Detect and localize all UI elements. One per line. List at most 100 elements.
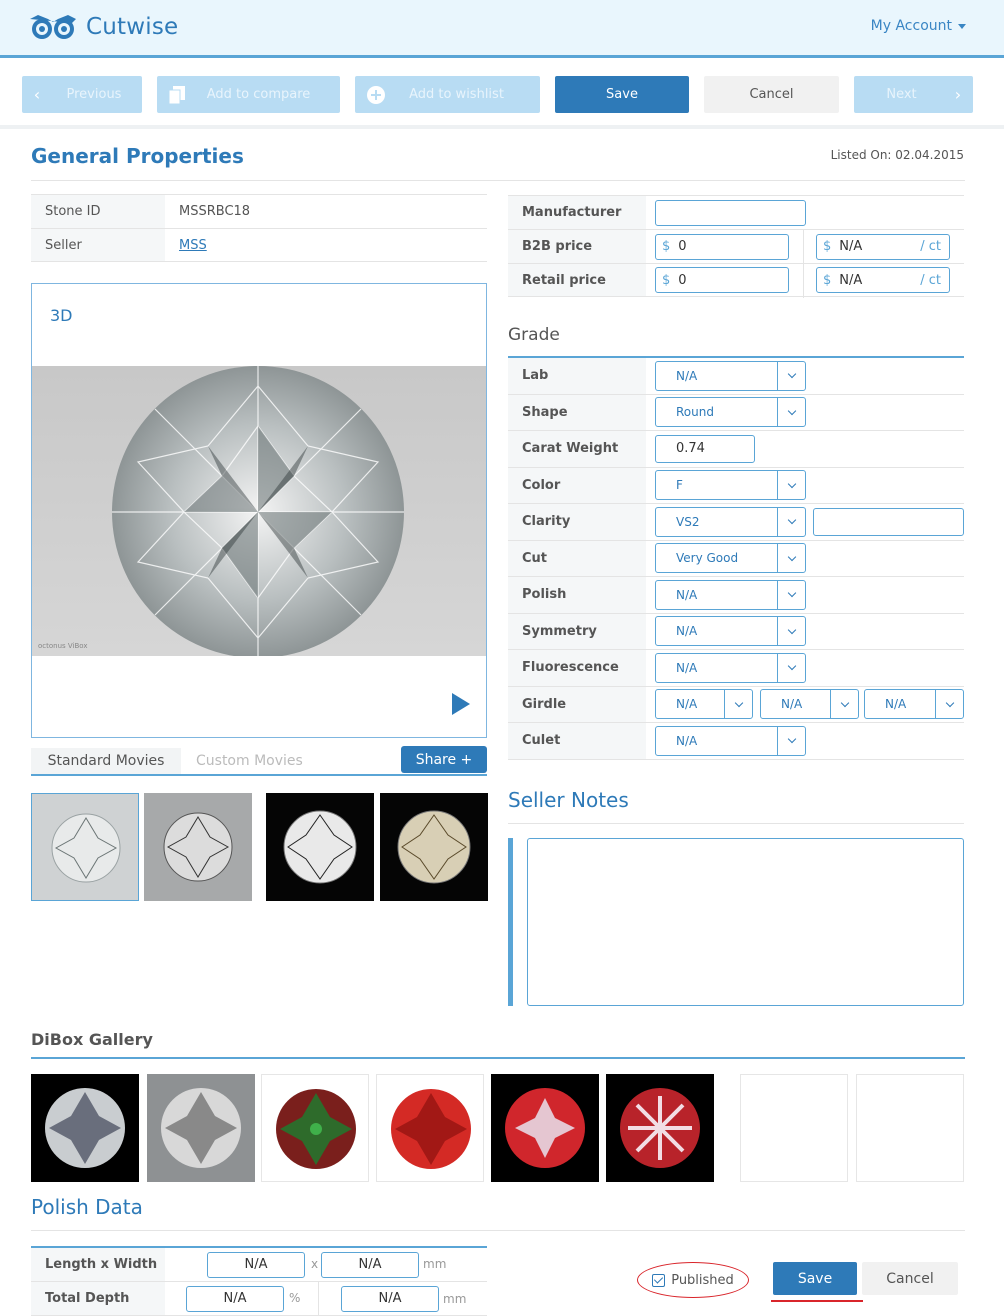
diamond-icon [620, 1088, 700, 1168]
next-button[interactable]: Next › [854, 76, 973, 113]
grade-row-shape: Shape Round [508, 394, 964, 431]
color-select[interactable]: F [655, 470, 806, 501]
grade-row-cut: Cut Very Good [508, 540, 964, 577]
seller-notes-textarea[interactable] [527, 838, 964, 1006]
retail-price-input[interactable]: $0 [655, 267, 789, 293]
cut-label: Cut [508, 540, 646, 576]
polish-select[interactable]: N/A [655, 579, 806, 610]
published-checkbox[interactable]: Published [637, 1262, 749, 1298]
gallery-image[interactable] [491, 1074, 599, 1182]
b2b-per-ct-input[interactable]: $ N/A / ct [816, 233, 950, 260]
manufacturer-input[interactable] [655, 199, 806, 226]
stone-id-label: Stone ID [31, 195, 165, 228]
polish-value: N/A [676, 587, 698, 602]
b2b-price-value: 0 [678, 239, 687, 254]
shape-value: Round [676, 405, 714, 420]
diamond-icon [505, 1088, 585, 1168]
chevron-down-icon [777, 726, 805, 755]
chevron-down-icon [777, 544, 805, 573]
movie-thumbnail[interactable] [144, 793, 252, 901]
grade-title: Grade [508, 325, 560, 345]
polish-label: Polish [508, 577, 646, 613]
listed-on-date: Listed On: 02.04.2015 [830, 148, 964, 162]
gallery-empty-slot[interactable] [740, 1074, 848, 1182]
stone-id-value: MSSRBC18 [179, 204, 251, 219]
culet-select[interactable]: N/A [655, 725, 806, 756]
seller-notes-box [508, 838, 964, 1006]
clarity-label: Clarity [508, 504, 646, 540]
total-depth-label: Total Depth [31, 1282, 165, 1315]
gallery-image[interactable] [606, 1074, 714, 1182]
add-to-compare-button[interactable]: Add to compare [157, 76, 340, 113]
column-divider [803, 230, 804, 264]
grade-row-carat: Carat Weight 0.74 [508, 431, 964, 468]
toolbar-save-button[interactable]: Save [555, 76, 689, 113]
depth-mm-input[interactable]: N/A [341, 1285, 439, 1312]
seller-link[interactable]: MSS [179, 238, 207, 253]
movie-thumbnail[interactable] [380, 793, 488, 901]
chevron-down-icon [935, 690, 963, 719]
plus-circle-icon [355, 76, 397, 113]
chevron-left-icon: ‹ [33, 85, 41, 104]
cut-select[interactable]: Very Good [655, 543, 806, 574]
girdle-condition-select[interactable]: N/A [864, 689, 964, 720]
polish-data-table: Length x Width N/A x N/A mm Total Depth … [31, 1246, 487, 1316]
length-width-row: Length x Width N/A x N/A mm [31, 1248, 487, 1282]
previous-button[interactable]: ‹ Previous [22, 76, 142, 113]
action-toolbar: ‹ Previous Add to compare Add to wishlis… [0, 61, 1004, 129]
girdle-max-select[interactable]: N/A [760, 689, 859, 720]
movie-thumbnail[interactable] [31, 793, 139, 901]
gallery-image[interactable] [376, 1074, 484, 1182]
clarity-select[interactable]: VS2 [655, 506, 806, 537]
add-to-compare-label: Add to compare [206, 87, 311, 102]
toolbar-save-label: Save [606, 87, 638, 102]
color-value: F [676, 478, 683, 493]
per-ct-unit: / ct [920, 272, 941, 288]
toolbar-cancel-button[interactable]: Cancel [704, 76, 839, 113]
b2b-per-ct-value: N/A [839, 239, 863, 254]
add-to-wishlist-button[interactable]: Add to wishlist [355, 76, 540, 113]
gallery-image[interactable] [31, 1074, 139, 1182]
gallery-image[interactable] [261, 1074, 369, 1182]
width-input[interactable]: N/A [321, 1251, 419, 1278]
lab-label: Lab [508, 358, 646, 394]
currency-symbol: $ [662, 239, 671, 254]
my-account-menu[interactable]: My Account [871, 18, 966, 34]
carat-weight-input[interactable]: 0.74 [655, 434, 755, 463]
next-label: Next [886, 87, 917, 102]
manufacturer-row: Manufacturer [508, 195, 964, 229]
diamond-icon [161, 1088, 241, 1168]
clarity-extra-input[interactable] [813, 507, 964, 536]
b2b-price-input[interactable]: $0 [655, 233, 789, 260]
grade-row-clarity: Clarity VS2 [508, 504, 964, 541]
shape-select[interactable]: Round [655, 397, 806, 428]
share-button[interactable]: Share + [401, 746, 487, 773]
diamond-icon [283, 810, 357, 884]
fluorescence-select[interactable]: N/A [655, 652, 806, 683]
checkbox-checked-icon [652, 1273, 666, 1287]
symmetry-select[interactable]: N/A [655, 616, 806, 647]
gallery-empty-slot[interactable] [856, 1074, 964, 1182]
cancel-button[interactable]: Cancel [862, 1262, 958, 1295]
movie-thumbnail[interactable] [266, 793, 374, 901]
gallery-image[interactable] [147, 1074, 255, 1182]
girdle-min-select[interactable]: N/A [655, 689, 753, 720]
length-input[interactable]: N/A [207, 1251, 305, 1278]
tab-custom-movies[interactable]: Custom Movies [196, 748, 303, 774]
lab-select[interactable]: N/A [655, 360, 806, 391]
depth-percent-input[interactable]: N/A [186, 1285, 284, 1312]
chevron-down-icon [777, 653, 805, 682]
save-button[interactable]: Save [773, 1262, 857, 1295]
fluorescence-label: Fluorescence [508, 650, 646, 686]
chevron-down-icon [777, 507, 805, 536]
3d-viewer[interactable]: 3D octonus ViBox [31, 283, 487, 738]
stone-id-row: Stone ID MSSRBC18 [31, 194, 487, 228]
logo[interactable]: Cutwise [28, 13, 178, 41]
diamond-icon [391, 1089, 471, 1169]
tab-standard-movies[interactable]: Standard Movies [31, 748, 181, 774]
total-depth-row: Total Depth N/A % N/A mm [31, 1282, 487, 1316]
retail-per-ct-input[interactable]: $ N/A / ct [816, 267, 950, 293]
grade-row-polish: Polish N/A [508, 577, 964, 614]
play-icon[interactable] [452, 693, 470, 715]
grade-row-fluorescence: Fluorescence N/A [508, 650, 964, 687]
